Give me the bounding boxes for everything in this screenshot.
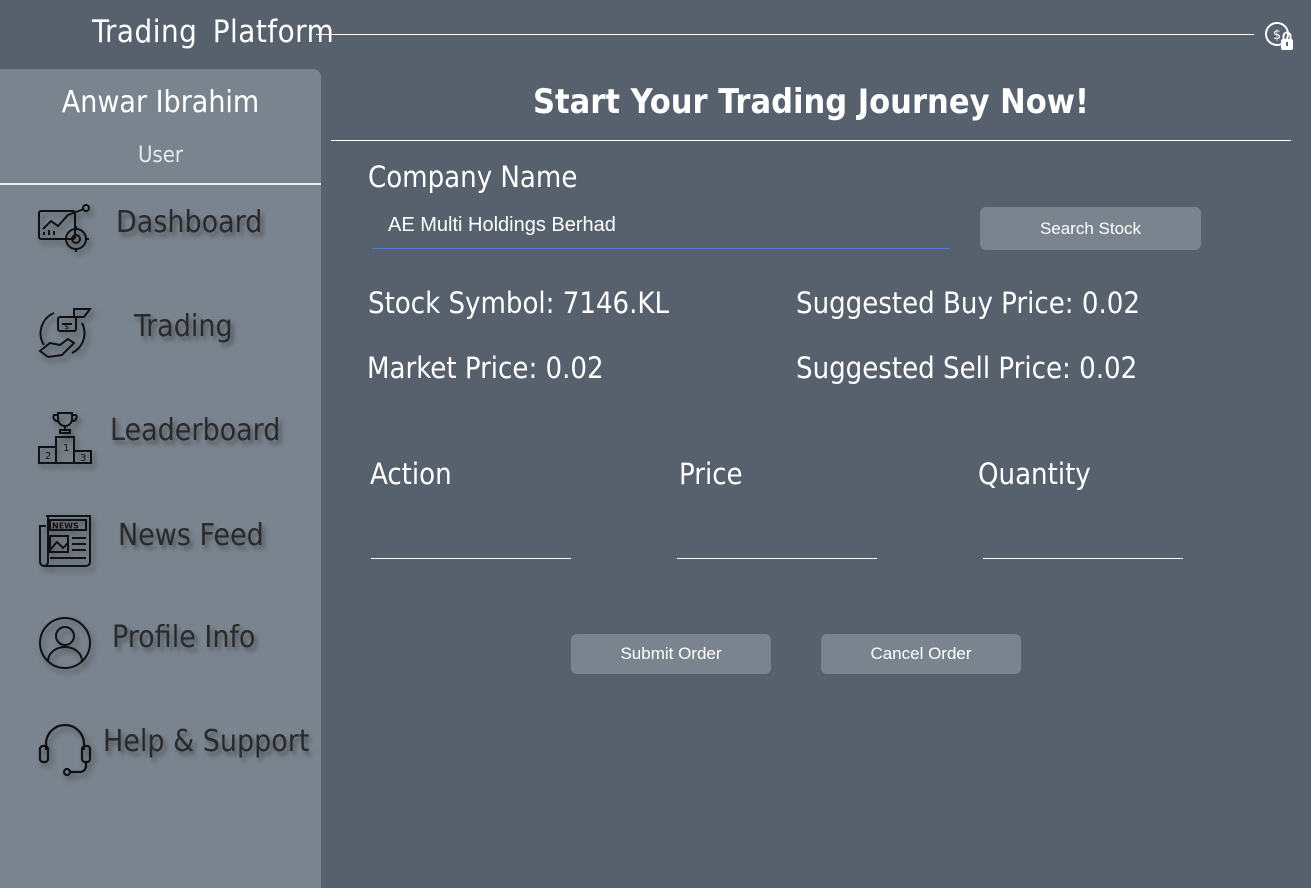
svg-text:$: $ (64, 322, 69, 331)
sidebar: Anwar Ibrahim User Dashboard $ Trading 1… (0, 69, 321, 888)
price-label: Price (679, 457, 743, 491)
page-title: Start Your Trading Journey Now! (533, 82, 1089, 122)
svg-text:1: 1 (63, 443, 69, 454)
sidebar-item-profile-info[interactable]: Profile Info (30, 608, 310, 678)
svg-text:2: 2 (45, 451, 51, 462)
sidebar-item-label: Profile Info (112, 620, 256, 655)
stock-symbol-text: Stock Symbol: 7146.KL (368, 286, 670, 320)
trading-platform-window: Trading Platform $ Anwar Ibrahim User Da… (0, 0, 1311, 888)
app-title: Trading Platform (92, 14, 335, 50)
company-name-label: Company Name (368, 160, 578, 194)
price-input[interactable] (677, 530, 877, 559)
leaderboard-icon: 1 2 3 (36, 407, 94, 465)
sidebar-item-label: Leaderboard (110, 413, 281, 448)
sidebar-item-dashboard[interactable]: Dashboard (30, 193, 310, 263)
user-name: Anwar Ibrahim (61, 85, 260, 120)
svg-text:3: 3 (80, 453, 86, 464)
top-bar: Trading Platform $ (0, 0, 1311, 70)
svg-text:NEWS: NEWS (52, 522, 79, 531)
sidebar-item-news-feed[interactable]: NEWS News Feed (30, 506, 310, 576)
cancel-order-button[interactable]: Cancel Order (821, 634, 1021, 674)
sidebar-item-help-support[interactable]: Help & Support (30, 712, 310, 782)
sidebar-item-label: News Feed (118, 518, 264, 553)
sidebar-item-label: Trading (134, 309, 233, 344)
quantity-label: Quantity (978, 457, 1091, 491)
heading-divider (331, 140, 1291, 141)
profile-icon (36, 614, 94, 672)
action-input[interactable] (371, 530, 571, 559)
suggested-sell-price-text: Suggested Sell Price: 0.02 (796, 351, 1138, 385)
submit-order-button[interactable]: Submit Order (571, 634, 771, 674)
quantity-input[interactable] (983, 530, 1183, 559)
news-icon: NEWS (36, 512, 94, 570)
user-role: User (137, 143, 184, 168)
sidebar-item-leaderboard[interactable]: 1 2 3 Leaderboard (30, 401, 310, 471)
sidebar-item-label: Dashboard (116, 205, 263, 240)
svg-text:$: $ (1273, 28, 1281, 43)
dollar-lock-icon[interactable]: $ (1263, 20, 1297, 54)
sidebar-item-label: Help & Support (103, 724, 310, 759)
suggested-buy-price-text: Suggested Buy Price: 0.02 (796, 286, 1140, 320)
dashboard-icon (36, 199, 94, 257)
title-divider (316, 34, 1254, 35)
market-price-text: Market Price: 0.02 (367, 351, 604, 385)
sidebar-divider (0, 183, 321, 185)
headset-icon (36, 718, 94, 777)
action-label: Action (370, 457, 452, 491)
search-stock-button[interactable]: Search Stock (980, 207, 1201, 250)
trading-icon: $ (36, 303, 94, 361)
sidebar-item-trading[interactable]: $ Trading (30, 297, 310, 367)
company-name-input[interactable] (372, 203, 950, 249)
